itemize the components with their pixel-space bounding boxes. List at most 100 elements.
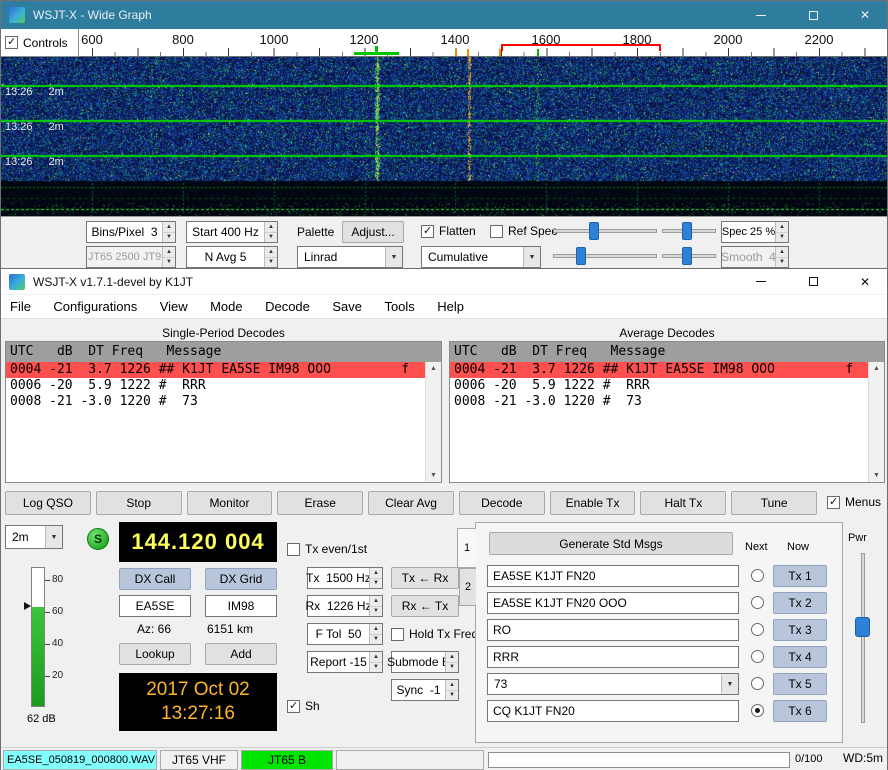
combo-arrow-icon[interactable] <box>385 247 402 267</box>
dx-grid-field[interactable]: IM98 <box>205 595 277 617</box>
tab-1[interactable]: 1 <box>457 528 476 568</box>
dx-call-field[interactable]: EA5SE <box>119 595 191 617</box>
menu-save[interactable]: Save <box>323 295 371 319</box>
decode-row[interactable]: 0004 -21 3.7 1226 ## K1JT EA5SE IM98 OOO… <box>450 362 868 378</box>
adjust-button[interactable]: Adjust... <box>342 221 404 243</box>
spin-up-icon[interactable] <box>370 624 382 635</box>
scroll-down-icon[interactable] <box>426 469 441 482</box>
scrollbar[interactable] <box>425 362 441 482</box>
spin-down-icon[interactable] <box>370 579 382 589</box>
tx-message-6-field[interactable]: CQ K1JT FN20 <box>487 700 739 722</box>
tx-5-button[interactable]: Tx 5 <box>773 673 827 695</box>
close-icon[interactable] <box>843 1 887 29</box>
spin-up-icon[interactable] <box>370 596 382 607</box>
waterfall-zero-slider[interactable] <box>662 222 716 240</box>
pwr-slider-track[interactable] <box>861 553 865 723</box>
report-spinner[interactable]: Report -15 <box>307 651 383 673</box>
next-radio-5[interactable] <box>751 677 764 690</box>
band-combo[interactable]: 2m <box>5 525 63 549</box>
palette-combo[interactable]: Linrad <box>297 246 403 268</box>
spectrum-zero-slider[interactable] <box>662 247 716 265</box>
dx-grid-button[interactable]: DX Grid <box>205 568 277 590</box>
tx-3-button[interactable]: Tx 3 <box>773 619 827 641</box>
combo-arrow-icon[interactable] <box>45 526 62 548</box>
tx-6-button[interactable]: Tx 6 <box>773 700 827 722</box>
stop-button[interactable]: Stop <box>96 491 182 515</box>
menu-mode[interactable]: Mode <box>201 295 252 319</box>
n-avg-spinner[interactable]: N Avg 5 <box>186 246 278 268</box>
decode-row[interactable]: 0008 -21 -3.0 1220 # 73 <box>450 394 868 410</box>
spin-up-icon[interactable] <box>265 222 277 233</box>
menu-help[interactable]: Help <box>428 295 473 319</box>
tx-message-3-field[interactable]: RO <box>487 619 739 641</box>
spin-down-icon[interactable] <box>370 663 382 673</box>
spin-up-icon[interactable] <box>370 652 382 663</box>
enable-tx-button[interactable]: Enable Tx <box>550 491 636 515</box>
next-radio-4[interactable] <box>751 650 764 663</box>
next-radio-1[interactable] <box>751 569 764 582</box>
minimize-icon[interactable] <box>739 269 783 294</box>
controls-checkbox[interactable]: Controls <box>5 36 68 50</box>
ref-spec-checkbox[interactable]: Ref Spec <box>490 224 557 238</box>
spec-percent-spinner[interactable]: Spec 25 % <box>721 221 789 243</box>
slider-handle[interactable] <box>576 247 586 265</box>
log-qso-button[interactable]: Log QSO <box>5 491 91 515</box>
spin-down-icon[interactable] <box>446 691 458 701</box>
lookup-button[interactable]: Lookup <box>119 643 191 665</box>
spin-down-icon[interactable] <box>163 233 175 243</box>
spin-up-icon[interactable] <box>446 680 458 691</box>
add-button[interactable]: Add <box>205 643 277 665</box>
spin-up-icon[interactable] <box>163 222 175 233</box>
generate-std-msgs-button[interactable]: Generate Std Msgs <box>489 532 733 555</box>
decode-row[interactable]: 0006 -20 5.9 1222 # RRR <box>6 378 425 394</box>
decode-row[interactable]: 0008 -21 -3.0 1220 # 73 <box>6 394 425 410</box>
spin-down-icon[interactable] <box>370 635 382 645</box>
halt-tx-button[interactable]: Halt Tx <box>640 491 726 515</box>
tune-button[interactable]: Tune <box>731 491 817 515</box>
pwr-slider-handle[interactable] <box>855 617 870 637</box>
menus-checkbox[interactable]: Menus <box>827 495 881 509</box>
scroll-up-icon[interactable] <box>426 362 441 375</box>
spin-down-icon[interactable] <box>446 663 458 673</box>
submode-spinner[interactable]: Submode B <box>391 651 459 673</box>
f-tol-spinner[interactable]: F Tol 50 <box>307 623 383 645</box>
tx-2-button[interactable]: Tx 2 <box>773 592 827 614</box>
slider-handle[interactable] <box>682 222 692 240</box>
tx-freq-spinner[interactable]: Tx 1500 Hz <box>307 567 383 589</box>
tx-4-button[interactable]: Tx 4 <box>773 646 827 668</box>
waterfall-gain-slider[interactable] <box>553 222 657 240</box>
tx-message-2-field[interactable]: EA5SE K1JT FN20 OOO <box>487 592 739 614</box>
spin-down-icon[interactable] <box>776 233 788 243</box>
spin-up-icon[interactable] <box>370 568 382 579</box>
dx-call-button[interactable]: DX Call <box>119 568 191 590</box>
decode-row[interactable]: 0006 -20 5.9 1222 # RRR <box>450 378 868 394</box>
hold-tx-freq-checkbox[interactable]: Hold Tx Freq <box>391 627 478 641</box>
scroll-up-icon[interactable] <box>869 362 884 375</box>
next-radio-3[interactable] <box>751 623 764 636</box>
spin-down-icon[interactable] <box>265 258 277 268</box>
menu-decode[interactable]: Decode <box>256 295 319 319</box>
decode-row[interactable]: 0004 -21 3.7 1226 ## K1JT EA5SE IM98 OOO… <box>6 362 425 378</box>
menu-file[interactable]: File <box>1 295 40 319</box>
spectrum-gain-slider[interactable] <box>553 247 657 265</box>
decode-button[interactable]: Decode <box>459 491 545 515</box>
menu-tools[interactable]: Tools <box>375 295 423 319</box>
next-radio-2[interactable] <box>751 596 764 609</box>
spin-down-icon[interactable] <box>265 233 277 243</box>
combo-arrow-icon[interactable] <box>523 247 540 267</box>
scrollbar[interactable] <box>868 362 884 482</box>
spin-up-icon[interactable] <box>265 247 277 258</box>
spin-down-icon[interactable] <box>370 607 382 617</box>
flatten-checkbox[interactable]: Flatten <box>421 224 476 238</box>
erase-button[interactable]: Erase <box>277 491 363 515</box>
tx-message-1-field[interactable]: EA5SE K1JT FN20 <box>487 565 739 587</box>
clear-avg-button[interactable]: Clear Avg <box>368 491 454 515</box>
wide-graph-titlebar[interactable]: WSJT-X - Wide Graph <box>1 1 887 29</box>
maximize-icon[interactable] <box>791 1 835 29</box>
tx-1-button[interactable]: Tx 1 <box>773 565 827 587</box>
sync-spinner[interactable]: Sync -1 <box>391 679 459 701</box>
tx-from-rx-button[interactable]: Tx ← Rx <box>391 567 459 589</box>
start-freq-spinner[interactable]: Start 400 Hz <box>186 221 278 243</box>
scroll-down-icon[interactable] <box>869 469 884 482</box>
monitor-button[interactable]: Monitor <box>187 491 273 515</box>
